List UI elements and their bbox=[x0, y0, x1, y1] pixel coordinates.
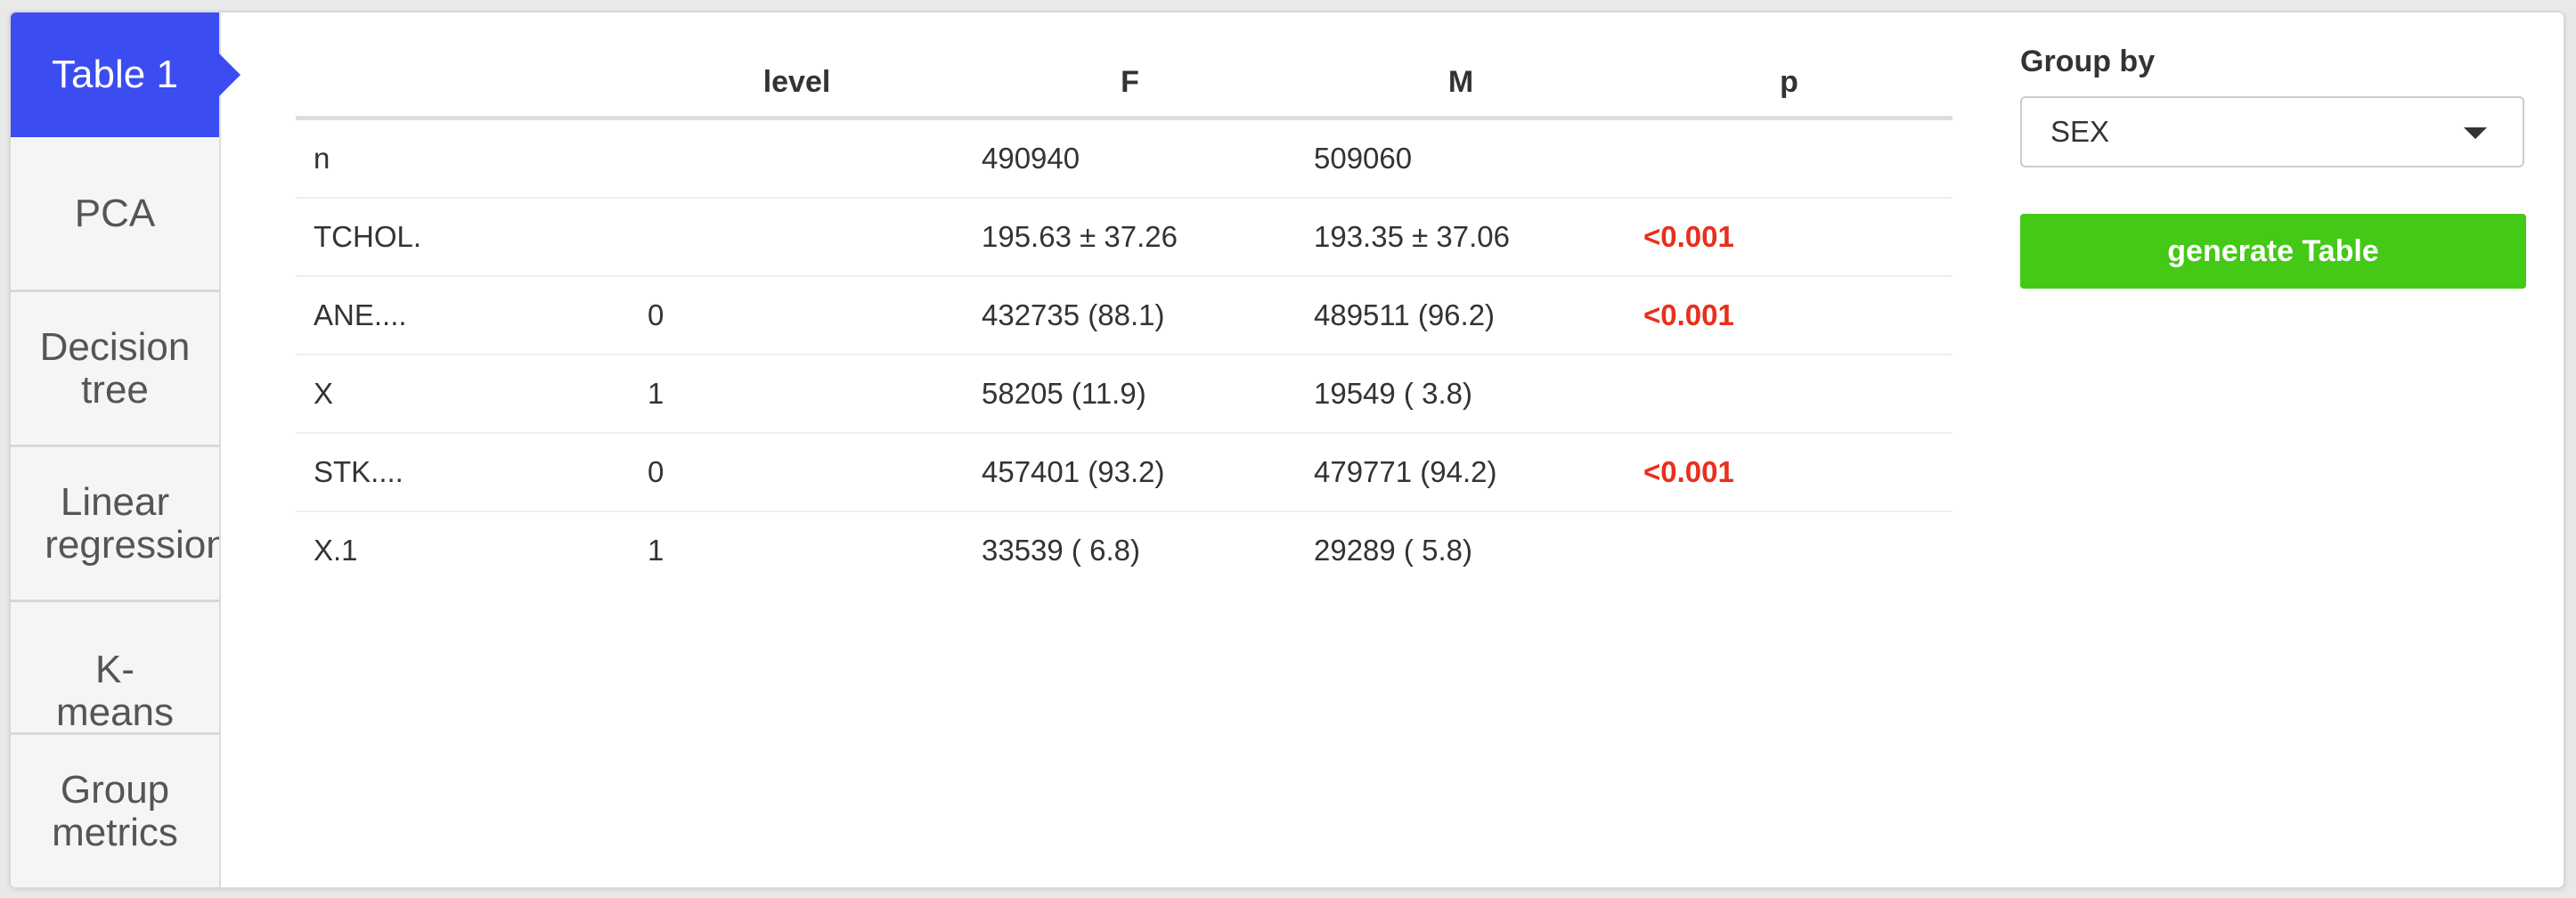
cell-variable: X.1 bbox=[314, 534, 358, 567]
cell-m: 509060 bbox=[1296, 118, 1626, 199]
table-row: ANE.... 0 432735 (88.1) 489511 (96.2) <0… bbox=[296, 276, 1952, 355]
group-by-label: Group by bbox=[2020, 45, 2156, 78]
tab-decision-tree-label-line-2: tree bbox=[81, 367, 149, 412]
cell-m: 489511 (96.2) bbox=[1296, 276, 1626, 355]
cell-f: 432735 (88.1) bbox=[964, 276, 1296, 355]
column-header-p: p bbox=[1626, 48, 1952, 120]
group-by-select[interactable]: SEX bbox=[2020, 96, 2524, 167]
cell-variable: ANE.... bbox=[296, 276, 630, 355]
tab-k-means-cluster-label-line-2: means bbox=[55, 690, 175, 734]
cell-level: 1 bbox=[648, 534, 664, 567]
tab-pca-label: PCA bbox=[74, 191, 156, 235]
cell-variable: TCHOL. bbox=[296, 198, 630, 277]
cell-p-value bbox=[1626, 118, 1952, 199]
tab-table-1-label: Table 1 bbox=[52, 53, 178, 96]
tab-decision-tree-label-line-1: Decision bbox=[39, 324, 191, 369]
cell-p-value bbox=[1626, 511, 1952, 589]
group-by-selected-value: SEX bbox=[2050, 115, 2110, 148]
cell-f: 58205 (11.9) bbox=[964, 355, 1296, 434]
table-row: STK.... 0 457401 (93.2) 479771 (94.2) <0… bbox=[296, 433, 1952, 512]
cell-level: 0 bbox=[630, 433, 964, 512]
column-header-m: M bbox=[1296, 48, 1626, 120]
tab-group-metrics-label-line-1: Group bbox=[60, 767, 170, 812]
cell-variable: n bbox=[296, 118, 630, 199]
cell-p-value: <0.001 bbox=[1626, 276, 1952, 355]
table-row: X.1 1 33539 ( 6.8) 29289 ( 5.8) bbox=[296, 511, 1952, 589]
table-header-row: level F M p bbox=[296, 48, 1952, 120]
caret-down-icon bbox=[2464, 127, 2487, 139]
cell-m: 19549 ( 3.8) bbox=[1296, 355, 1626, 434]
tab-linear-regression-label-line-1: Linear bbox=[60, 479, 170, 524]
cell-p-value: <0.001 bbox=[1626, 198, 1952, 277]
tab-linear-regression-label-line-2: regression bbox=[45, 522, 219, 567]
tab-k-means-cluster-label-line-1: K- bbox=[95, 648, 135, 691]
column-header-variable bbox=[296, 48, 630, 120]
sidebar-tabs: Table 1 PCA Decision tree Linear regress… bbox=[11, 12, 240, 887]
table-row: n 490940 509060 bbox=[296, 118, 1952, 199]
summary-table: level F M p n 490940 509060 TCHOL. 195.6… bbox=[296, 48, 1952, 589]
tab-table-1[interactable]: Table 1 bbox=[11, 12, 240, 137]
cell-p-value: <0.001 bbox=[1626, 433, 1952, 512]
cell-f: 195.63 ± 37.26 bbox=[964, 198, 1296, 277]
tab-decision-tree[interactable]: Decision tree bbox=[11, 292, 219, 447]
cell-level bbox=[630, 118, 964, 199]
summary-table-container: level F M p n 490940 509060 TCHOL. 195.6… bbox=[296, 48, 1965, 589]
table-row: X 1 58205 (11.9) 19549 ( 3.8) bbox=[296, 355, 1952, 434]
tab-linear-regression[interactable]: Linear regression bbox=[11, 447, 219, 602]
cell-level: 1 bbox=[630, 355, 964, 434]
cell-variable: STK.... bbox=[296, 433, 630, 512]
cell-f: 490940 bbox=[964, 118, 1296, 199]
cell-f: 457401 (93.2) bbox=[964, 433, 1296, 512]
cell-m: 193.35 ± 37.06 bbox=[1296, 198, 1626, 277]
cell-m: 479771 (94.2) bbox=[1296, 433, 1626, 512]
column-header-level: level bbox=[630, 48, 964, 120]
cell-f: 33539 ( 6.8) bbox=[982, 534, 1140, 567]
table-row: TCHOL. 195.63 ± 37.26 193.35 ± 37.06 <0.… bbox=[296, 198, 1952, 277]
tab-pca[interactable]: PCA bbox=[11, 137, 219, 292]
cell-level bbox=[630, 198, 964, 277]
cell-m: 29289 ( 5.8) bbox=[1314, 534, 1472, 567]
tab-group-metrics[interactable]: Group metrics bbox=[11, 732, 219, 887]
tab-group-metrics-label-line-2: metrics bbox=[52, 810, 178, 854]
column-header-f: F bbox=[964, 48, 1296, 120]
app-frame: Table 1 PCA Decision tree Linear regress… bbox=[9, 11, 2565, 889]
cell-p-value bbox=[1626, 355, 1952, 434]
cell-variable: X bbox=[296, 355, 630, 434]
cell-level: 0 bbox=[630, 276, 964, 355]
generate-table-button[interactable]: generate Table bbox=[2020, 214, 2526, 289]
controls-panel: Group by SEX generate Table bbox=[2020, 45, 2528, 289]
